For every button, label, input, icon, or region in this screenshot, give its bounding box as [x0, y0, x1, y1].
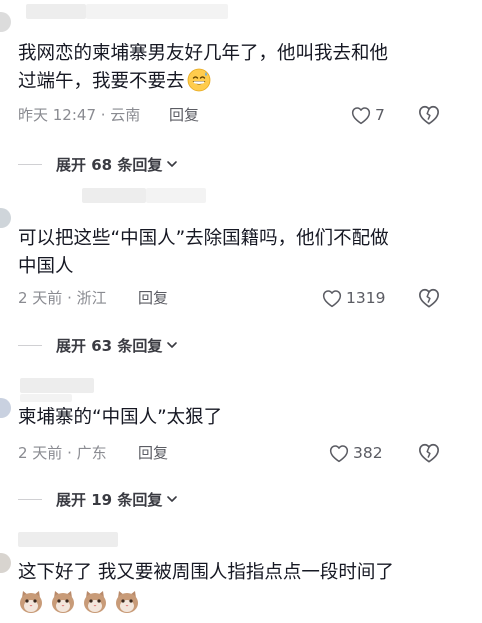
heart-outline-icon: [322, 289, 342, 307]
blurred-username: [146, 188, 206, 203]
comment-text[interactable]: 柬埔寨的“中国人”太狠了: [18, 404, 468, 432]
chevron-down-icon: [167, 342, 178, 348]
blurred-username: [82, 188, 146, 203]
comment-text[interactable]: 这下好了 我又要被周围人指指点点一段时间了: [18, 559, 468, 615]
chevron-down-icon: [167, 496, 178, 502]
broken-heart-icon[interactable]: [418, 104, 440, 126]
like-button[interactable]: 382: [329, 442, 383, 464]
like-count: 7: [375, 106, 385, 124]
expand-replies-button[interactable]: 展开 63 条回复: [18, 334, 179, 356]
expand-replies-label: 展开 19 条回复: [56, 490, 163, 509]
avatar[interactable]: [0, 208, 11, 228]
comment-text-line: 过端午，我要不要去: [18, 68, 468, 96]
cat-face-emoji: [52, 591, 74, 613]
comment-text[interactable]: 可以把这些“中国人”去除国籍吗，他们不配做 中国人: [18, 225, 468, 281]
like-count: 1319: [346, 289, 386, 307]
comment-text-line: 我网恋的柬埔寨男友好几年了，他叫我去和他: [18, 43, 389, 64]
comment-text-line: 这下好了 我又要被周围人指指点点一段时间了: [18, 562, 394, 583]
cat-face-emoji: [84, 591, 106, 613]
reply-button[interactable]: 回复: [138, 442, 168, 464]
time-location: 2 天前 · 浙江: [18, 289, 107, 307]
expand-replies-label: 展开 68 条回复: [56, 155, 163, 174]
avatar[interactable]: [0, 398, 11, 418]
like-count: 382: [353, 444, 383, 462]
expand-replies-button[interactable]: 展开 19 条回复: [18, 488, 179, 510]
expand-replies-label: 展开 63 条回复: [56, 336, 163, 355]
broken-heart-icon[interactable]: [418, 287, 440, 309]
blurred-username: [26, 4, 86, 19]
cat-face-emoji: [20, 591, 42, 613]
blurred-username: [18, 532, 118, 547]
divider-line: [18, 344, 42, 346]
heart-outline-icon: [329, 444, 349, 462]
reply-button[interactable]: 回复: [169, 104, 199, 126]
comment-meta: 昨天 12:47 · 云南 回复 7: [18, 104, 468, 126]
comment-meta: 2 天前 · 浙江 回复 1319: [18, 287, 468, 309]
comment-text-line: 中国人: [18, 256, 74, 277]
divider-line: [18, 498, 42, 500]
time-location: 昨天 12:47 · 云南: [18, 106, 141, 124]
time-location: 2 天前 · 广东: [18, 444, 107, 462]
blurred-username: [20, 394, 72, 402]
comment-list: 我网恋的柬埔寨男友好几年了，他叫我去和他 过端午，我要不要去 昨天 12:47 …: [0, 0, 482, 623]
chevron-down-icon: [167, 161, 178, 167]
cat-face-emoji: [116, 591, 138, 613]
comment-text[interactable]: 我网恋的柬埔寨男友好几年了，他叫我去和他 过端午，我要不要去: [18, 40, 468, 96]
comment-meta: 2 天前 · 广东 回复 382: [18, 442, 468, 464]
grinning-sweat-emoji: [187, 68, 210, 92]
heart-outline-icon: [351, 106, 371, 124]
blurred-username: [86, 4, 228, 19]
avatar[interactable]: [0, 12, 11, 32]
divider-line: [18, 163, 42, 165]
broken-heart-icon[interactable]: [418, 442, 440, 464]
emoji-row: [18, 589, 468, 615]
reply-button[interactable]: 回复: [138, 287, 168, 309]
blurred-username: [20, 378, 94, 393]
like-button[interactable]: 1319: [322, 287, 385, 309]
comment-text-line: 可以把这些“中国人”去除国籍吗，他们不配做: [18, 228, 389, 249]
like-button[interactable]: 7: [351, 104, 385, 126]
avatar[interactable]: [0, 553, 11, 573]
expand-replies-button[interactable]: 展开 68 条回复: [18, 153, 179, 175]
comment-text-fragment: 过端午，我要不要去: [18, 71, 185, 92]
comment-text-line: 柬埔寨的“中国人”太狠了: [18, 407, 223, 428]
